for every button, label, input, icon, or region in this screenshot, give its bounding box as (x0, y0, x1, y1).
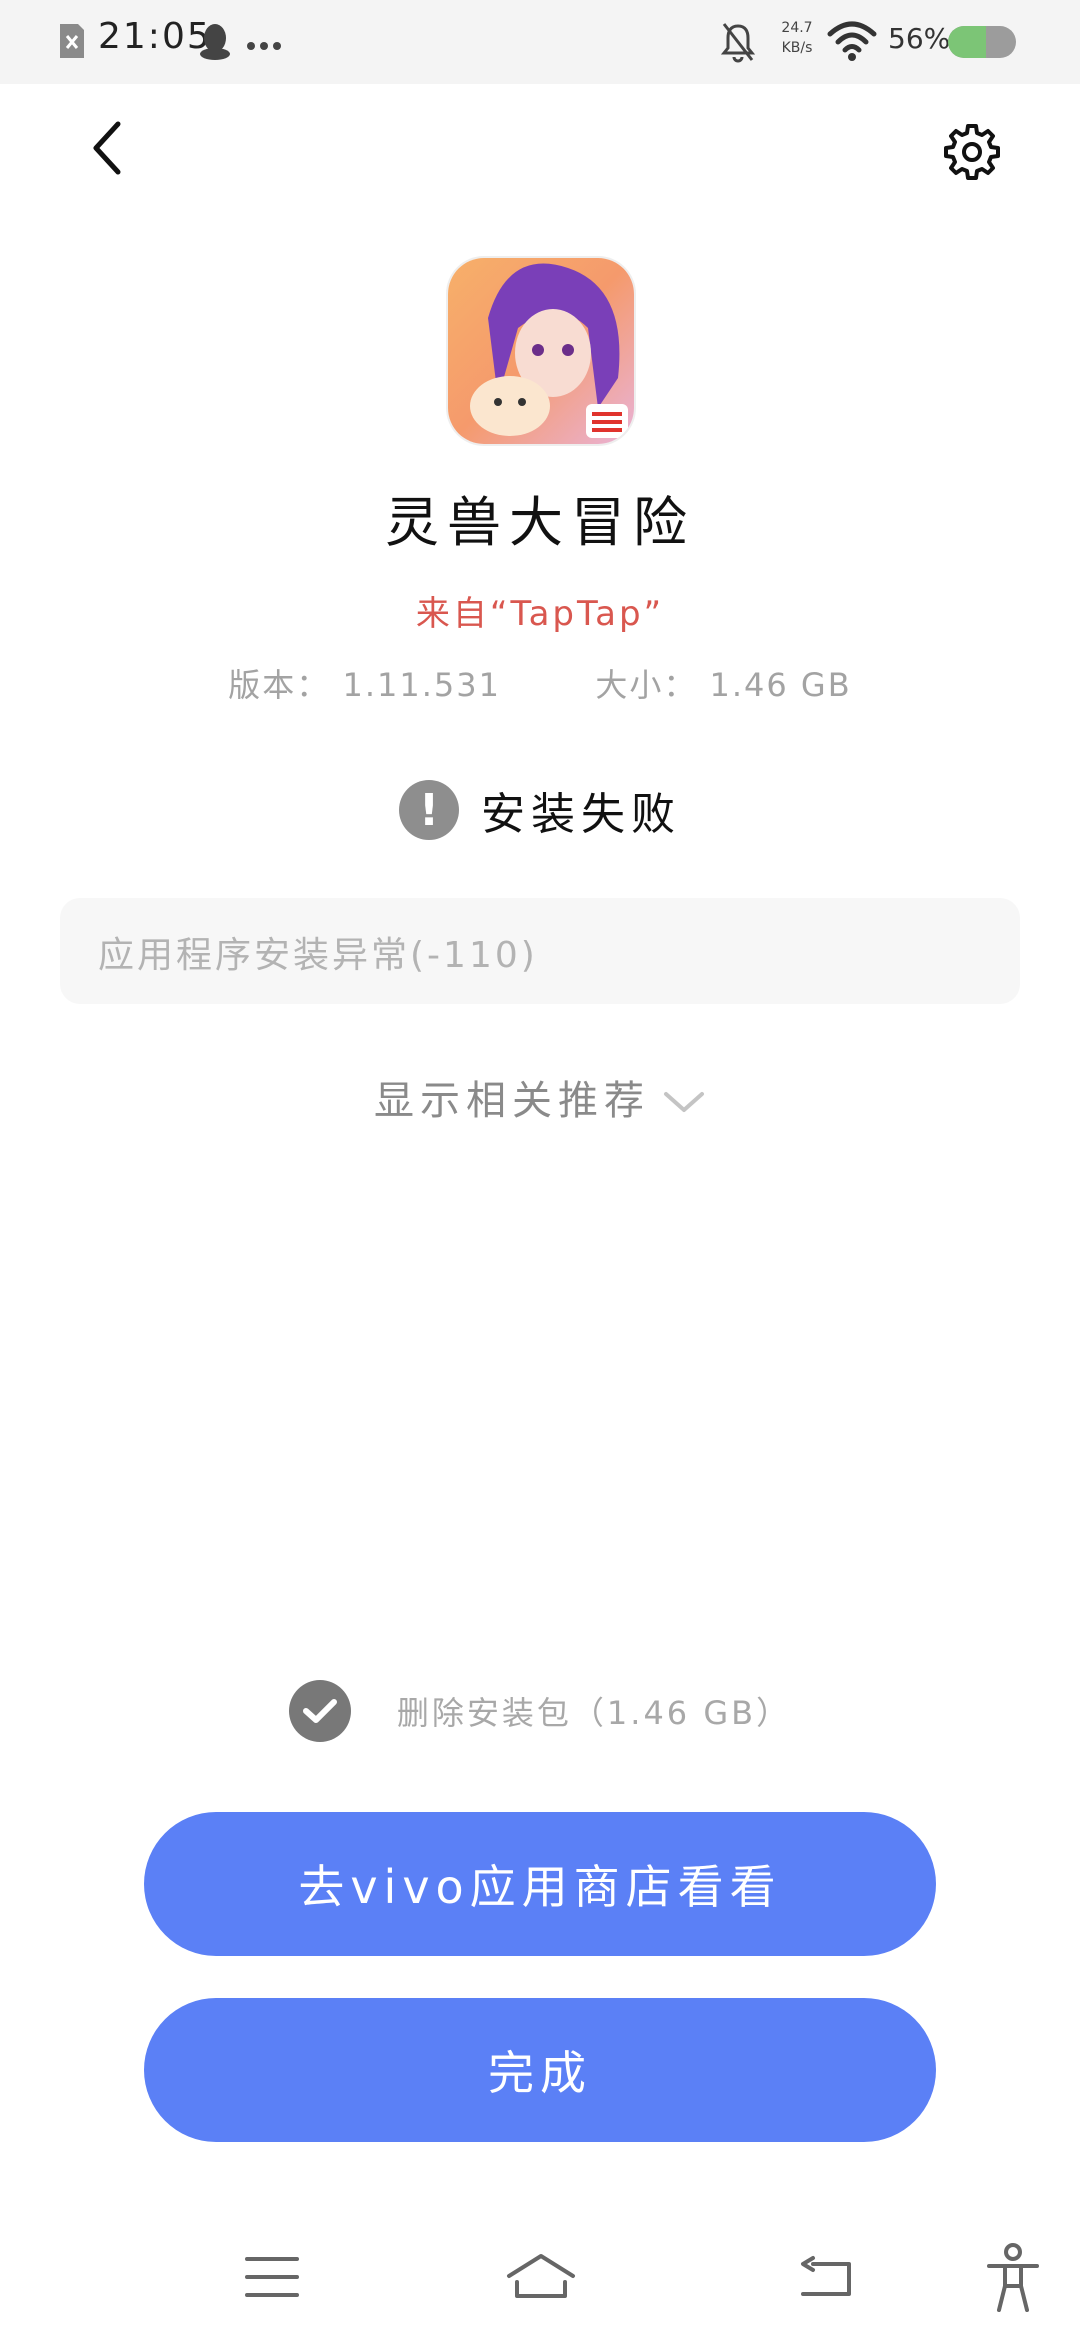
error-message-box: 应用程序安装异常(-110) (60, 898, 1020, 1004)
install-status-text: 安装失败 (481, 789, 681, 840)
status-bar: 21:05 24.7 KB/s 56% (0, 0, 1080, 84)
bell-mute-icon (720, 20, 756, 68)
network-speed-unit: KB/s (781, 40, 813, 56)
battery-level-fill (948, 26, 987, 58)
network-speed-value: 24.7 (781, 20, 813, 36)
chevron-left-icon (93, 121, 121, 175)
chevron-down-icon (664, 1092, 704, 1112)
done-button[interactable]: 完成 (144, 1998, 936, 2142)
app-meta: 版本： 1.11.531 大小： 1.46 GB (0, 660, 1080, 706)
menu-icon[interactable] (232, 2244, 312, 2310)
battery-percent: 56% (888, 22, 951, 55)
back-nav-icon[interactable] (786, 2244, 866, 2310)
back-button[interactable] (74, 114, 142, 182)
delete-package-label: 删除安装包（1.46 GB） (396, 1694, 792, 1732)
qq-icon (198, 20, 232, 66)
more-dots-icon (246, 36, 282, 55)
warning-icon: ! (399, 780, 459, 840)
wifi-icon (826, 20, 878, 66)
app-size: 大小： 1.46 GB (595, 666, 852, 704)
app-version: 版本： 1.11.531 (228, 666, 501, 704)
app-icon (448, 258, 634, 444)
show-recommendations-label: 显示相关推荐 (374, 1078, 650, 1124)
error-message: 应用程序安装异常(-110) (98, 935, 538, 976)
settings-button[interactable] (936, 116, 1008, 188)
show-recommendations-toggle[interactable]: 显示相关推荐 (0, 1068, 1080, 1126)
open-vivo-store-button[interactable]: 去vivo应用商店看看 (144, 1812, 936, 1956)
delete-package-option[interactable]: 删除安装包（1.46 GB） (0, 1680, 1080, 1742)
sim-off-icon (58, 22, 86, 64)
battery-icon (948, 26, 1016, 58)
home-icon[interactable] (500, 2244, 582, 2310)
network-speed: 24.7 KB/s (772, 18, 822, 58)
status-time: 21:05 (98, 16, 212, 57)
install-status: ! 安装失败 (0, 778, 1080, 842)
gear-icon (944, 124, 1000, 180)
app-name: 灵兽大冒险 (385, 491, 695, 554)
checkbox-checked-icon[interactable] (288, 1680, 351, 1742)
app-source: 来自“TapTap” (415, 594, 665, 634)
accessibility-icon[interactable] (978, 2236, 1048, 2320)
